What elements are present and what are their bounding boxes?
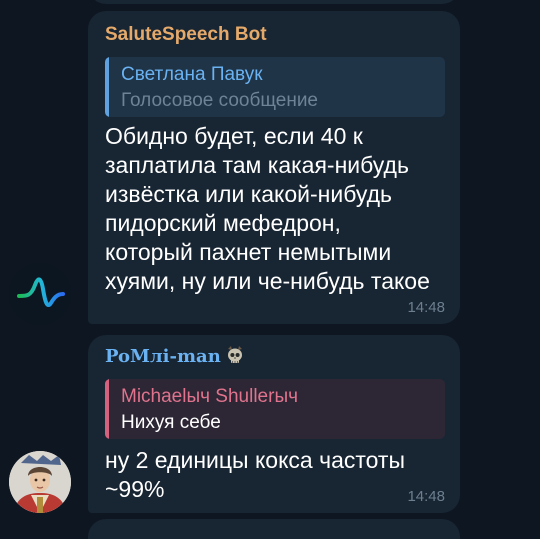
reply-preview[interactable]: Светлана Павук Голосовое сообщение — [105, 57, 445, 117]
message-text-line: который пахнет немытыми — [105, 239, 392, 265]
message-text-line: пидорский мефедрон, — [105, 210, 341, 236]
reply-accent-bar — [105, 57, 109, 117]
reply-author: Светлана Павук — [121, 64, 263, 85]
skull-emoji-icon — [225, 345, 245, 370]
message-text-line: хуями, ну или че-нибудь такое — [105, 268, 430, 294]
message-text-line: ~99% — [105, 476, 165, 502]
message-text-line: ну 2 единицы кокса частоты — [105, 447, 405, 473]
reply-accent-bar — [105, 379, 109, 439]
reply-author: Michaelыч Shullerыч — [121, 386, 299, 407]
next-message-bubble — [88, 519, 460, 539]
pomli-man-avatar[interactable] — [9, 451, 71, 513]
salute-wave-logo-icon — [9, 263, 71, 325]
portrait-avatar-icon — [9, 451, 71, 513]
message-timestamp: 14:48 — [407, 299, 445, 316]
message-text-line: заплатила там какая-нибудь — [105, 152, 409, 178]
message-timestamp: 14:48 — [407, 488, 445, 505]
reply-text: Голосовое сообщение — [121, 90, 318, 111]
salute-bot-avatar[interactable] — [9, 263, 71, 325]
previous-message-bubble — [88, 0, 460, 4]
message-text-line: извёстка или какой-нибудь — [105, 181, 393, 207]
reply-preview[interactable]: Michaelыч Shullerыч Нихуя себе — [105, 379, 445, 439]
message-text: Обидно будет, если 40 к заплатила там ка… — [105, 122, 450, 296]
message-text-line: Обидно будет, если 40 к — [105, 123, 363, 149]
sender-name-text: PoMлi-man — [105, 346, 221, 367]
message-bubble[interactable]: SaluteSpeech Bot Светлана Павук Голосово… — [88, 11, 460, 324]
sender-name[interactable]: SaluteSpeech Bot — [105, 24, 267, 46]
sender-name[interactable]: PoMлi-man — [105, 345, 245, 370]
reply-text: Нихуя себе — [121, 412, 221, 433]
message-bubble[interactable]: PoMлi-man Michaelыч Shullerыч Нихуя себе… — [88, 335, 460, 513]
message-text: ну 2 единицы кокса частоты ~99% — [105, 446, 450, 504]
